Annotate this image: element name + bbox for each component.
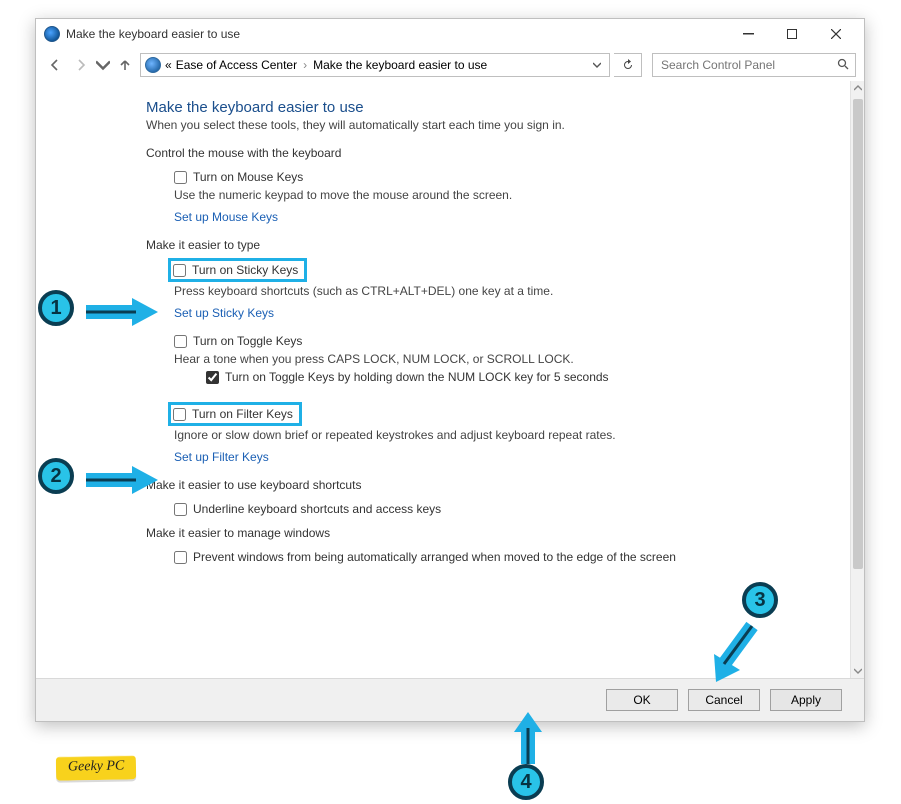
toggle-keys-checkbox-row[interactable]: Turn on Toggle Keys (174, 334, 740, 348)
up-button[interactable] (114, 58, 136, 72)
setup-mouse-keys-link[interactable]: Set up Mouse Keys (174, 210, 740, 224)
refresh-button[interactable] (614, 53, 642, 77)
shortcuts-group: Make it easier to use keyboard shortcuts… (146, 478, 740, 516)
cancel-button[interactable]: Cancel (688, 689, 760, 711)
turn-on-mouse-keys-checkbox[interactable] (174, 171, 187, 184)
mouse-keys-desc: Use the numeric keypad to move the mouse… (174, 188, 740, 202)
apply-button[interactable]: Apply (770, 689, 842, 711)
scroll-down-arrow-icon[interactable] (851, 664, 864, 678)
turn-on-sticky-keys-checkbox[interactable] (173, 264, 186, 277)
minimize-button[interactable] (726, 20, 770, 48)
group-legend: Make it easier to use keyboard shortcuts (146, 478, 367, 492)
back-button[interactable] (44, 58, 66, 72)
checkbox-label: Turn on Mouse Keys (193, 170, 303, 184)
group-legend: Make it easier to type (146, 238, 266, 252)
prevent-arrange-checkbox-row[interactable]: Prevent windows from being automatically… (174, 550, 740, 564)
scroll-thumb[interactable] (853, 99, 863, 569)
recent-dropdown-icon[interactable] (96, 58, 110, 72)
maximize-button[interactable] (770, 20, 814, 48)
underline-shortcuts-checkbox[interactable] (174, 503, 187, 516)
mouse-keys-checkbox-row[interactable]: Turn on Mouse Keys (174, 170, 740, 184)
checkbox-label: Turn on Sticky Keys (192, 263, 298, 277)
sticky-keys-highlight: Turn on Sticky Keys (168, 258, 307, 282)
annotation-bubble-3: 3 (742, 582, 778, 618)
page-content: Make the keyboard easier to use When you… (36, 81, 850, 678)
filter-keys-checkbox-row[interactable]: Turn on Filter Keys (173, 407, 293, 421)
search-input[interactable] (659, 57, 837, 73)
annotation-bubble-2: 2 (38, 458, 74, 494)
toggle-keys-hold-checkbox-row[interactable]: Turn on Toggle Keys by holding down the … (206, 370, 740, 384)
toggle-keys-desc: Hear a tone when you press CAPS LOCK, NU… (174, 352, 740, 366)
control-panel-window: Make the keyboard easier to use « Ease o… (35, 18, 865, 722)
checkbox-label: Turn on Filter Keys (192, 407, 293, 421)
ease-of-access-icon (44, 26, 60, 42)
turn-on-toggle-keys-checkbox[interactable] (174, 335, 187, 348)
checkbox-label: Turn on Toggle Keys (193, 334, 302, 348)
group-legend: Control the mouse with the keyboard (146, 146, 347, 160)
page-heading: Make the keyboard easier to use (146, 99, 850, 116)
checkbox-label: Turn on Toggle Keys by holding down the … (225, 370, 609, 384)
checkbox-label: Prevent windows from being automatically… (193, 550, 676, 564)
chevron-right-icon: › (301, 58, 309, 72)
breadcrumb-item[interactable]: Make the keyboard easier to use (313, 58, 487, 72)
vertical-scrollbar[interactable] (850, 81, 864, 678)
breadcrumb-prefix: « (165, 58, 172, 72)
page-subtext: When you select these tools, they will a… (146, 118, 850, 132)
sticky-keys-checkbox-row[interactable]: Turn on Sticky Keys (173, 263, 298, 277)
window-title: Make the keyboard easier to use (66, 27, 726, 41)
filter-keys-desc: Ignore or slow down brief or repeated ke… (174, 428, 740, 442)
annotation-bubble-1: 1 (38, 290, 74, 326)
toggle-keys-numlock-hold-checkbox[interactable] (206, 371, 219, 384)
close-button[interactable] (814, 20, 858, 48)
search-icon[interactable] (837, 58, 849, 73)
ok-button[interactable]: OK (606, 689, 678, 711)
prevent-auto-arrange-checkbox[interactable] (174, 551, 187, 564)
annotation-bubble-4: 4 (508, 764, 544, 800)
turn-on-filter-keys-checkbox[interactable] (173, 408, 186, 421)
watermark-geeky-pc: Geeky PC (56, 755, 137, 780)
breadcrumb-item[interactable]: Ease of Access Center (176, 58, 297, 72)
scroll-up-arrow-icon[interactable] (851, 81, 864, 95)
group-legend: Make it easier to manage windows (146, 526, 336, 540)
content-viewport: Make the keyboard easier to use When you… (36, 81, 864, 679)
manage-windows-group: Make it easier to manage windows Prevent… (146, 526, 740, 564)
navigation-toolbar: « Ease of Access Center › Make the keybo… (36, 49, 864, 81)
control-panel-icon (145, 57, 161, 73)
titlebar: Make the keyboard easier to use (36, 19, 864, 49)
dialog-button-bar: OK Cancel Apply (36, 679, 864, 721)
type-group: Make it easier to type Turn on Sticky Ke… (146, 238, 740, 464)
filter-keys-highlight: Turn on Filter Keys (168, 402, 302, 426)
forward-button[interactable] (70, 58, 92, 72)
setup-sticky-keys-link[interactable]: Set up Sticky Keys (174, 306, 740, 320)
search-box[interactable] (652, 53, 856, 77)
mouse-keys-group: Control the mouse with the keyboard Turn… (146, 146, 740, 224)
underline-shortcuts-checkbox-row[interactable]: Underline keyboard shortcuts and access … (174, 502, 740, 516)
address-dropdown-icon[interactable] (589, 58, 605, 72)
setup-filter-keys-link[interactable]: Set up Filter Keys (174, 450, 740, 464)
address-bar[interactable]: « Ease of Access Center › Make the keybo… (140, 53, 610, 77)
sticky-keys-desc: Press keyboard shortcuts (such as CTRL+A… (174, 284, 740, 298)
checkbox-label: Underline keyboard shortcuts and access … (193, 502, 441, 516)
